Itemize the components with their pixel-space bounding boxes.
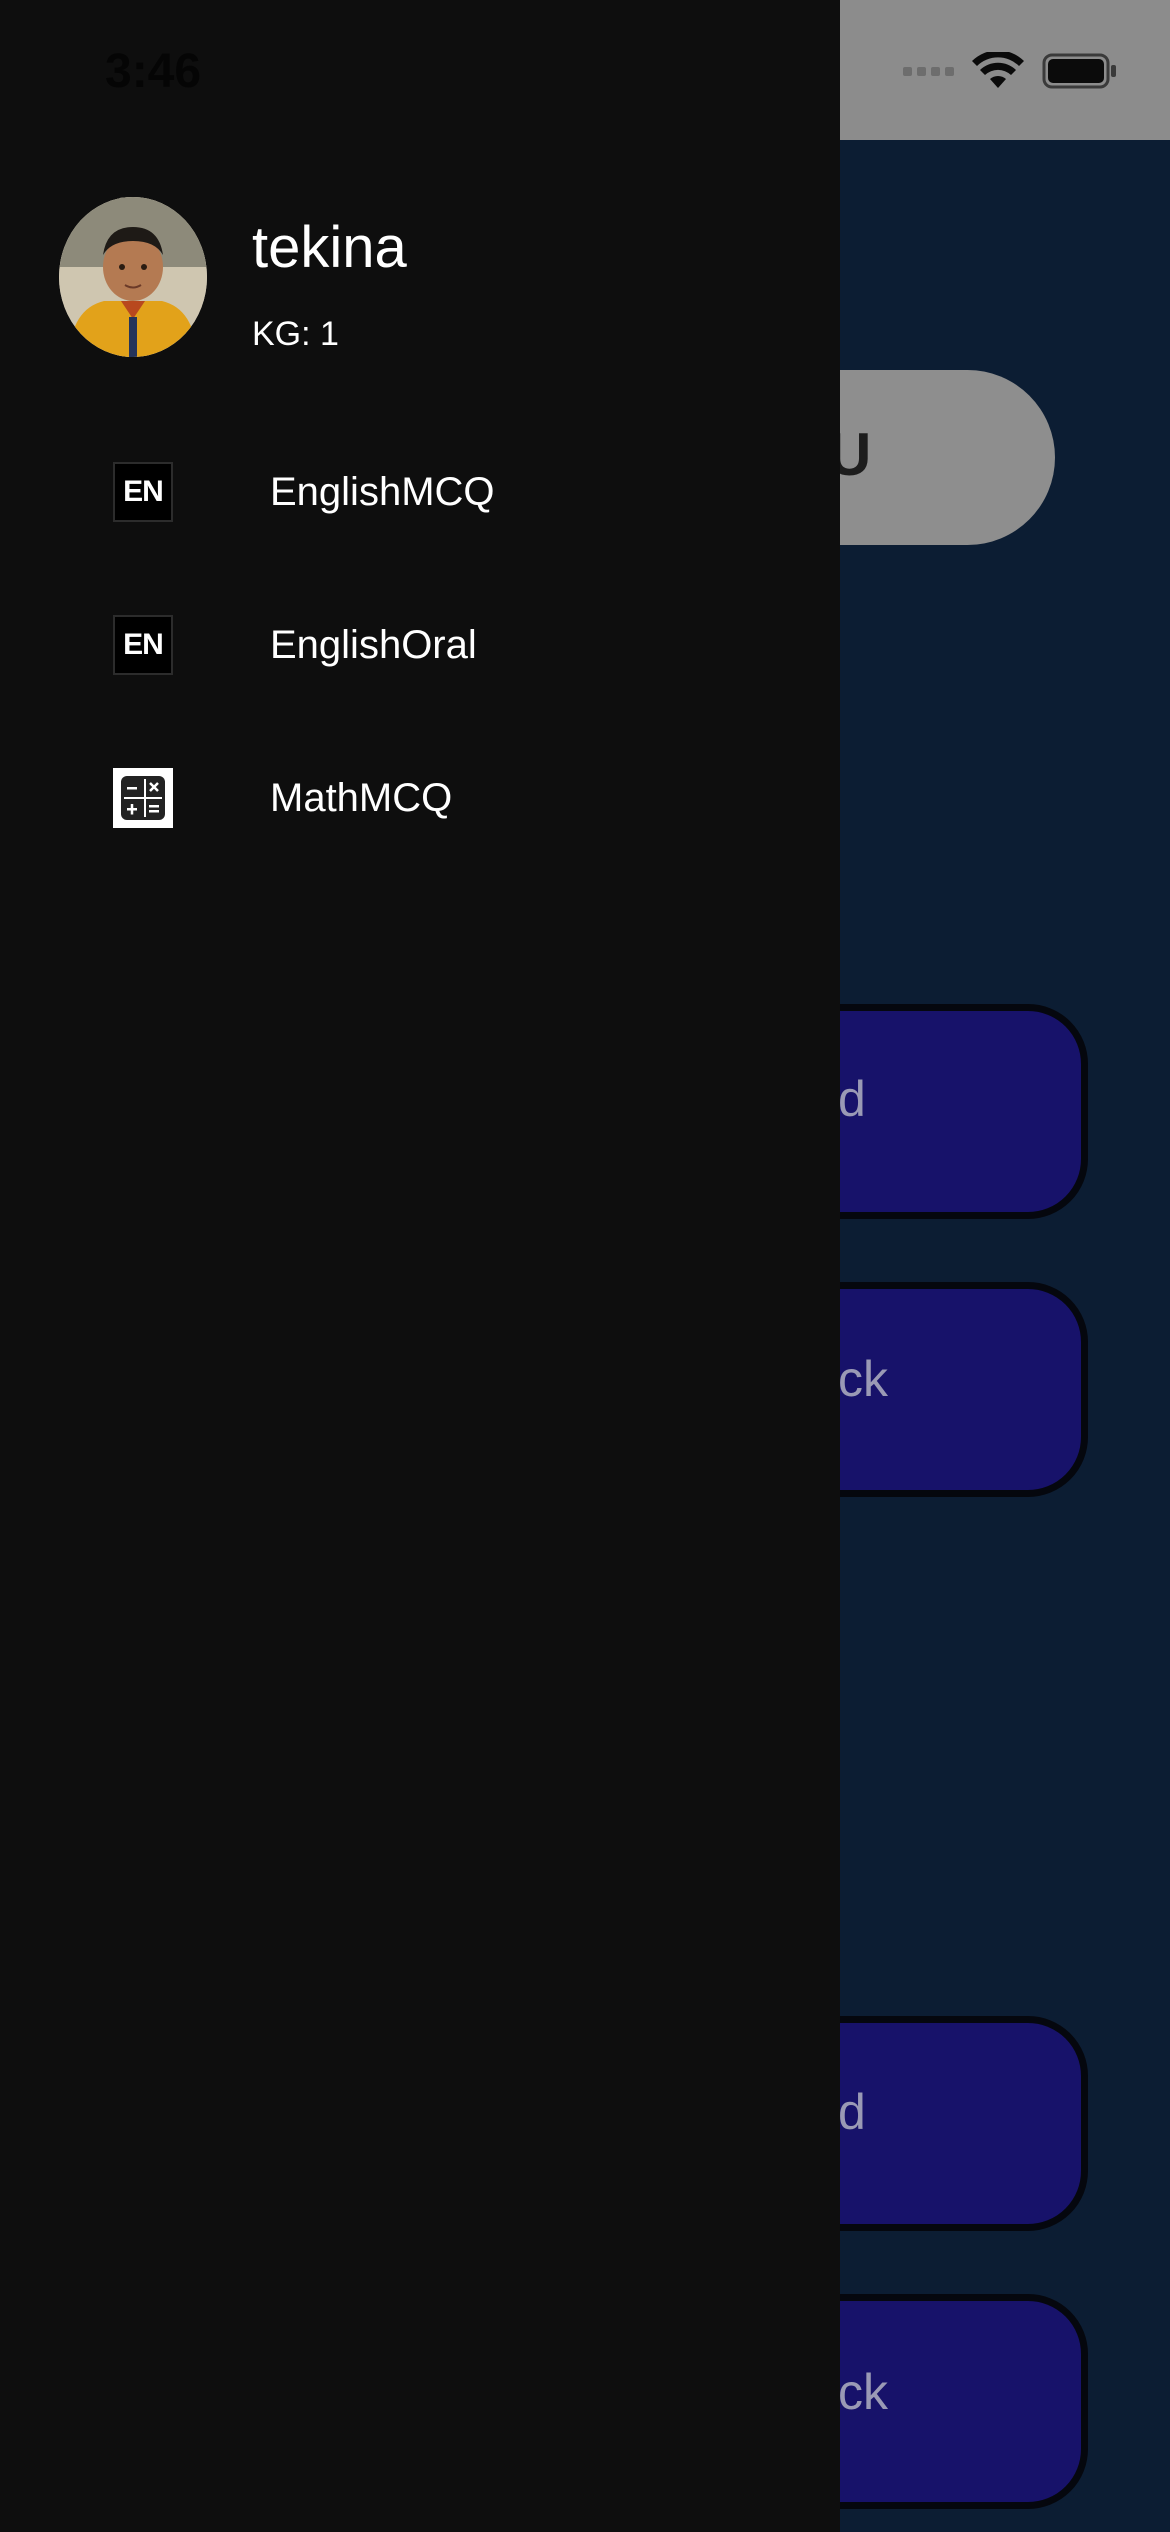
menu-item-label: EnglishMCQ: [270, 470, 495, 514]
user-name: tekina: [252, 215, 407, 280]
background-card-text: ck: [838, 1351, 888, 1407]
background-card-text: ck: [838, 2364, 888, 2420]
menu-item-math-mcq[interactable]: MathMCQ: [0, 738, 840, 858]
english-icon: EN: [113, 462, 173, 522]
background-card-text: d: [838, 2084, 866, 2140]
menu-item-label: EnglishOral: [270, 623, 477, 667]
user-grade: KG: 1: [252, 315, 339, 353]
navigation-drawer: 3:46 tekina KG: 1 EN EnglishMCQ EN Engli…: [0, 0, 840, 2532]
avatar[interactable]: [59, 197, 207, 357]
menu-item-english-oral[interactable]: EN EnglishOral: [0, 585, 840, 705]
wifi-icon: [972, 52, 1024, 88]
cellular-signal-icon: [903, 66, 954, 76]
background-card-text: d: [838, 1071, 866, 1127]
calculator-icon: [113, 768, 173, 828]
status-time: 3:46: [105, 45, 202, 98]
screen: U d ck d ck 3:46 tekina KG: 1 EN English…: [0, 0, 1170, 2532]
battery-icon: [1042, 53, 1116, 89]
menu-item-english-mcq[interactable]: EN EnglishMCQ: [0, 432, 840, 552]
status-icons: [903, 52, 1118, 90]
english-icon: EN: [113, 615, 173, 675]
menu-item-label: MathMCQ: [270, 776, 453, 820]
avatar-photo: [59, 197, 207, 357]
